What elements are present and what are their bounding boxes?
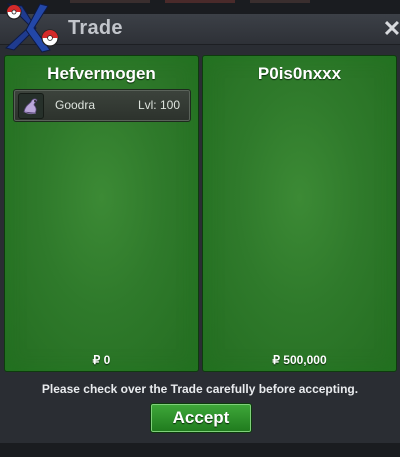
trade-item-level: Lvl: 100 [137,98,180,112]
trade-item-slot[interactable]: Goodra Lvl: 100 [13,89,191,122]
top-strip-segment [250,0,310,3]
close-icon[interactable]: ✕ [382,14,400,44]
trade-panel-right: P0is0nxxx ₽ 500,000 [202,55,397,372]
footer-strip [0,443,400,457]
goodra-sprite-icon [18,93,44,119]
window-title: Trade [68,17,123,39]
right-player-name: P0is0nxxx [257,64,342,83]
trade-notice: Please check over the Trade carefully be… [41,382,359,396]
trade-panel-left: Hefvermogen Goodra Lvl: 100 ₽ 0 [4,55,199,372]
pokeball-logo-icon [4,3,59,53]
left-money-offer: ₽ 0 [92,353,111,367]
left-player-name: Hefvermogen [47,64,156,83]
top-strip-segment [165,0,235,3]
trade-item-pokemon-name: Goodra [55,98,96,112]
right-money-offer: ₽ 500,000 [272,353,327,367]
top-strip-segment [70,0,150,3]
accept-button[interactable]: Accept [150,403,252,433]
